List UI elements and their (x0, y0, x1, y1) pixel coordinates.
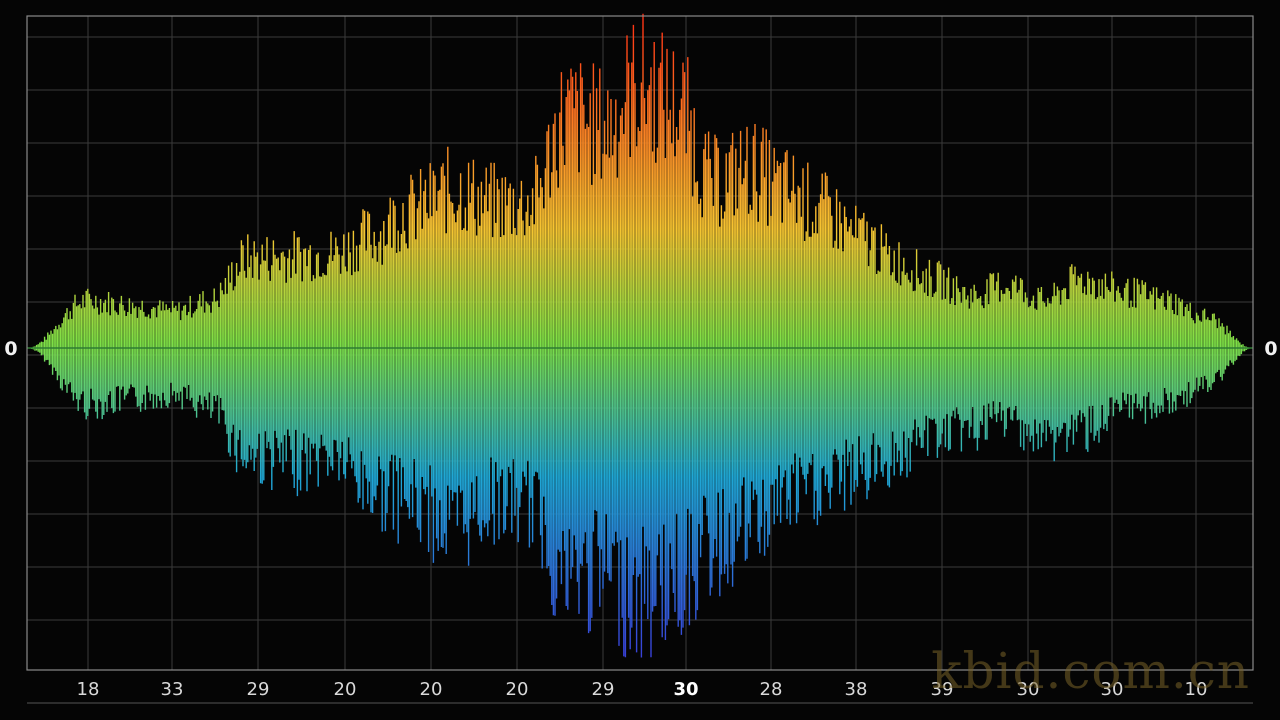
x-tick-label: 30 (673, 679, 698, 700)
x-tick-label: 18 (77, 679, 100, 700)
x-tick-label: 29 (592, 679, 615, 700)
x-tick-label: 28 (760, 679, 783, 700)
x-tick-label: 29 (247, 679, 270, 700)
x-tick-label: 20 (334, 679, 357, 700)
waveform (27, 13, 1252, 658)
x-tick-label: 20 (506, 679, 529, 700)
waveform-chart: 0 0 18 33 29 20 20 20 29 30 28 38 39 30 30 10 (4, 13, 1278, 704)
x-tick-label: 33 (161, 679, 184, 700)
watermark-text: kbid.com.cn (931, 642, 1250, 700)
y-zero-label-left: 0 (4, 338, 17, 360)
x-tick-label: 38 (845, 679, 868, 700)
y-zero-label-right: 0 (1264, 338, 1277, 360)
x-tick-label: 20 (420, 679, 443, 700)
